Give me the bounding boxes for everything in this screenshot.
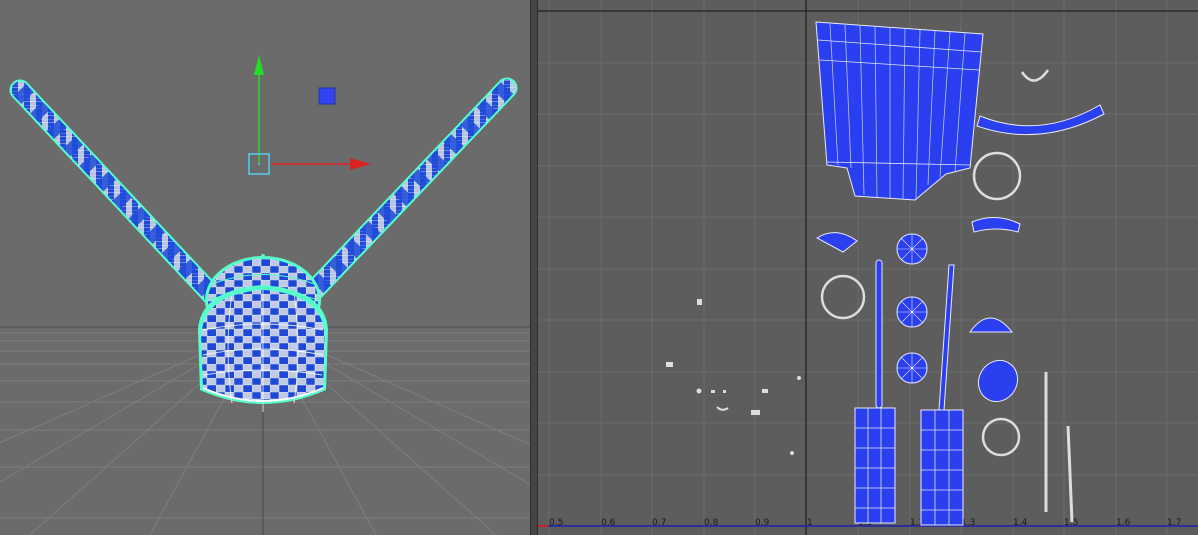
body-dome[interactable]	[198, 285, 328, 412]
uv-shell-line[interactable]	[1066, 425, 1074, 523]
uv-shell-grid-block[interactable]	[920, 409, 964, 526]
move-tool-manipulator[interactable]	[248, 55, 371, 175]
u-tick-label: 1	[807, 518, 813, 528]
uv-shell-body[interactable]	[815, 21, 984, 201]
u-tick-label: 0.8	[704, 518, 719, 528]
y-axis-arrow-icon[interactable]	[254, 55, 264, 75]
u-tick-label: 0.9	[755, 518, 770, 528]
panel-divider[interactable]	[530, 0, 538, 535]
left-arm-cylinder[interactable]	[9, 79, 226, 309]
uv-shell-curved-strip[interactable]	[976, 104, 1105, 136]
maya-uv-workspace: 0.5 0.6 0.7 0.8 0.9 1 1.1 1.2 1.3 1.4 1.…	[0, 0, 1198, 535]
uv-shell-small-arc[interactable]	[1020, 69, 1050, 82]
right-arm-cylinder[interactable]	[294, 77, 518, 311]
uv-shell-thin-strip[interactable]	[875, 259, 883, 409]
pivot-point	[261, 254, 265, 258]
uv-mapped-mesh[interactable]	[9, 77, 518, 412]
u-tick-label: 1.7	[1167, 518, 1181, 528]
uv-shell-ring[interactable]	[981, 417, 1021, 457]
uv-shell-disc[interactable]	[896, 296, 928, 328]
uv-shell-disc[interactable]	[896, 352, 928, 384]
uv-shell-disc[interactable]	[896, 233, 928, 265]
uv-texture-editor[interactable]: 0.5 0.6 0.7 0.8 0.9 1 1.1 1.2 1.3 1.4 1.…	[538, 0, 1198, 535]
manipulator-center-dot	[258, 163, 260, 165]
x-axis-arrow-icon[interactable]	[350, 158, 371, 170]
uv-shell-grid-block[interactable]	[854, 407, 896, 524]
u-tick-label: 0.5	[549, 518, 563, 528]
uv-shell-fan[interactable]	[816, 232, 858, 253]
uv-editor-canvas[interactable]: 0.5 0.6 0.7 0.8 0.9 1 1.1 1.2 1.3 1.4 1.…	[538, 0, 1198, 535]
uv-shell-thin-strip[interactable]	[938, 264, 955, 411]
uv-shells[interactable]	[815, 21, 1105, 526]
u-tick-label: 1.4	[1013, 518, 1028, 528]
viewport-canvas[interactable]	[0, 0, 530, 535]
u-tick-label: 1.6	[1116, 518, 1131, 528]
z-axis-handle-icon[interactable]	[318, 87, 336, 105]
u-tick-label: 0.7	[652, 518, 666, 528]
uv-shell-barrel[interactable]	[971, 353, 1025, 408]
uv-shell-fragments[interactable]	[666, 299, 801, 455]
u-tick-label: 0.6	[601, 518, 616, 528]
perspective-viewport[interactable]	[0, 0, 530, 535]
